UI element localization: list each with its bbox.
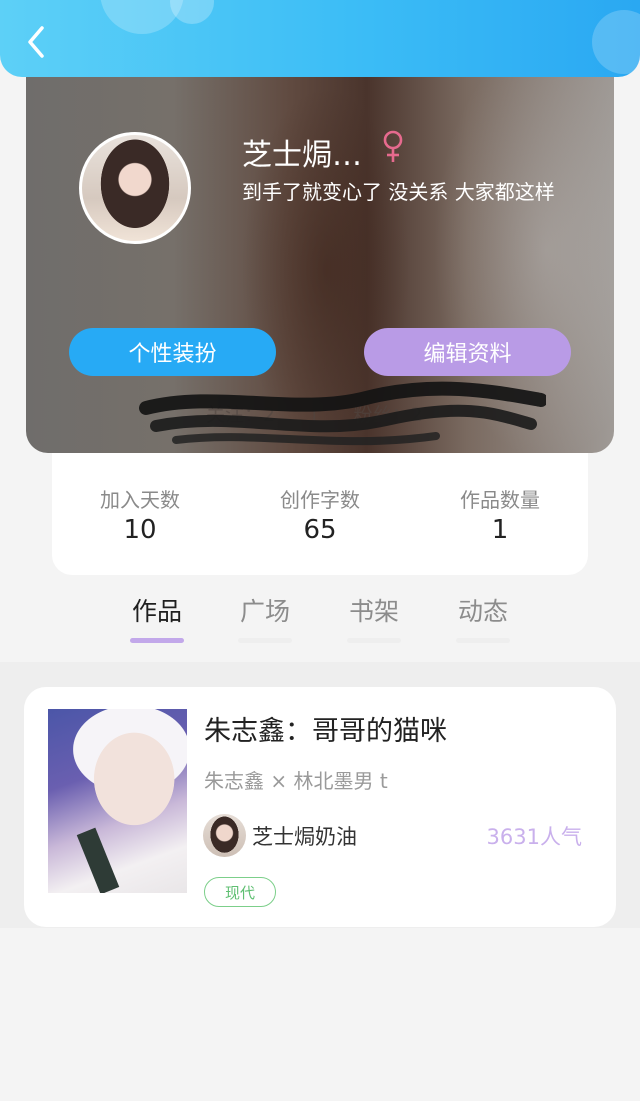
- stat-value: 65: [303, 515, 337, 545]
- author-name[interactable]: 芝士焗奶油: [252, 821, 357, 851]
- top-bar: [0, 0, 640, 77]
- profile-header-card: 芝士焗… 到手了就变心了 没关系 大家都这样 个性装扮 编辑资料 关注：2 | …: [26, 60, 614, 453]
- tab-works[interactable]: 作品: [117, 592, 197, 643]
- username: 芝士焗…: [242, 138, 362, 173]
- female-icon: [383, 130, 403, 162]
- tab-bookshelf[interactable]: 书架: [334, 592, 414, 643]
- work-cover-image[interactable]: [48, 709, 187, 893]
- signature: 到手了就变心了 没关系 大家都这样: [242, 180, 555, 204]
- popularity-count: 3631人气: [486, 825, 582, 849]
- work-subtitle: 朱志鑫 × 林北墨男 t: [204, 769, 388, 793]
- edit-profile-button[interactable]: 编辑资料: [364, 328, 571, 376]
- tab-square[interactable]: 广场: [225, 592, 305, 643]
- dress-up-button[interactable]: 个性装扮: [69, 328, 276, 376]
- work-title[interactable]: 朱志鑫：哥哥的猫咪: [204, 709, 447, 748]
- stat-label: 创作字数: [280, 488, 360, 512]
- tab-indicator: [347, 638, 401, 643]
- stat-value: 10: [123, 515, 157, 545]
- tab-indicator: [238, 638, 292, 643]
- tab-label: 广场: [239, 597, 290, 626]
- decor-bubble: [592, 10, 640, 74]
- stat-word-count: 创作字数 65: [240, 484, 400, 545]
- chevron-left-icon: [28, 26, 44, 58]
- tab-label: 书架: [348, 597, 399, 626]
- stat-label: 作品数量: [460, 488, 540, 512]
- back-button[interactable]: [18, 22, 54, 62]
- tab-activity[interactable]: 动态: [443, 592, 523, 643]
- genre-tag[interactable]: 现代: [204, 877, 276, 907]
- stat-value: 1: [491, 515, 509, 545]
- cover-detail: [76, 827, 120, 893]
- stat-label: 加入天数: [100, 488, 180, 512]
- stat-join-days: 加入天数 10: [60, 484, 220, 545]
- tab-label: 作品: [131, 597, 182, 626]
- tab-indicator: [456, 638, 510, 643]
- tab-label: 动态: [457, 597, 508, 626]
- scribble-overlay: [139, 381, 546, 446]
- stats-card: 加入天数 10 创作字数 65 作品数量 1: [52, 440, 588, 575]
- stat-works-count: 作品数量 1: [420, 484, 580, 545]
- tab-indicator: [130, 638, 184, 643]
- decor-bubble: [170, 0, 214, 24]
- author-avatar[interactable]: [203, 814, 246, 857]
- work-card[interactable]: 朱志鑫：哥哥的猫咪 朱志鑫 × 林北墨男 t 芝士焗奶油 3631人气 现代: [24, 687, 616, 927]
- tab-bar: 作品 广场 书架 动态: [0, 580, 640, 662]
- avatar[interactable]: [79, 132, 191, 244]
